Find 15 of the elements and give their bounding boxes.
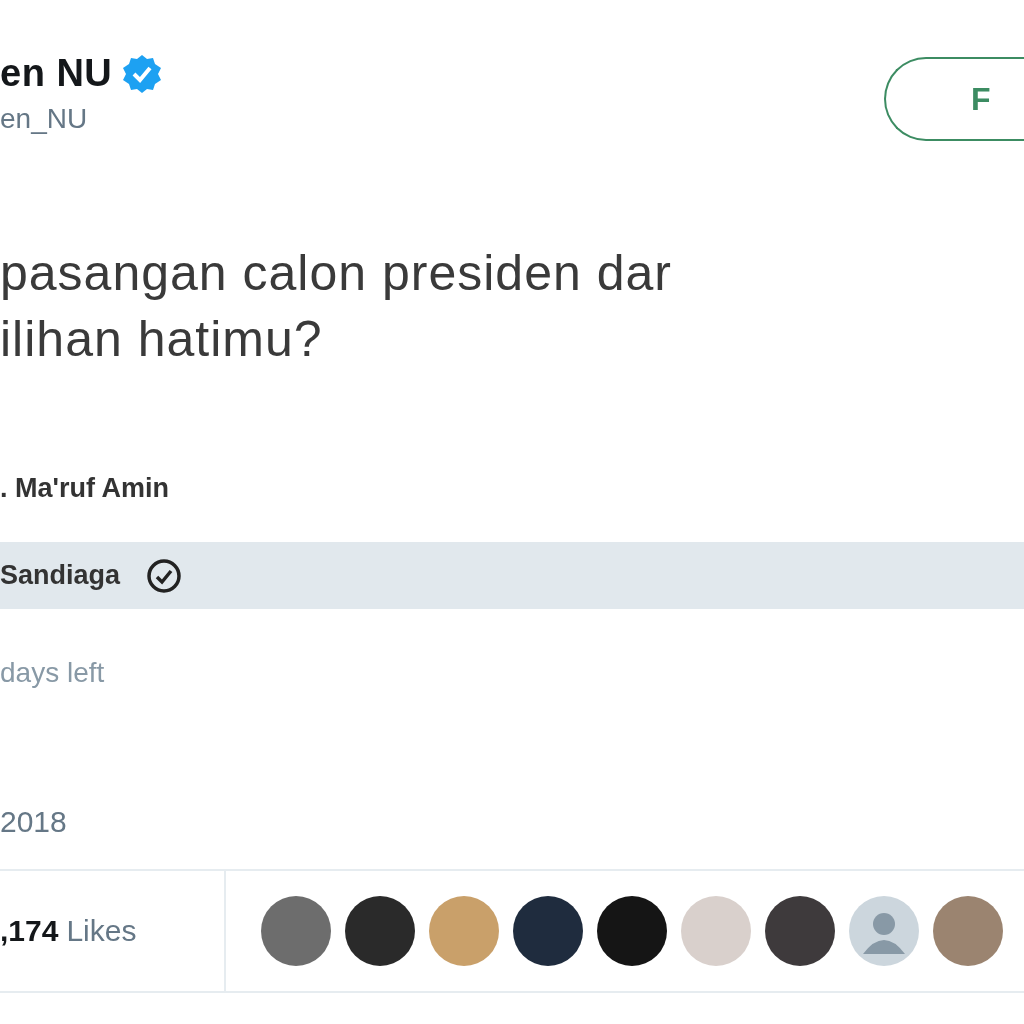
avatar[interactable] [597,896,667,966]
poll-time-left: days left [0,657,106,689]
avatar[interactable] [765,896,835,966]
tweet-date: 2018 [0,805,68,839]
likes-count[interactable]: ,174 Likes [0,871,226,991]
avatar[interactable] [513,896,583,966]
tweet-text: ilihan hatimu? [0,310,324,369]
tweet-text: pasangan calon presiden dar [0,244,673,303]
avatar[interactable] [345,896,415,966]
check-circle-icon [146,557,183,594]
account-handle[interactable]: en_NU [0,103,163,135]
follow-button[interactable]: F [884,57,1024,141]
account-name[interactable]: en NU [0,52,113,95]
poll-option[interactable]: Sandiaga [0,542,1024,609]
poll-option[interactable]: . Ma'ruf Amin [0,455,1024,522]
